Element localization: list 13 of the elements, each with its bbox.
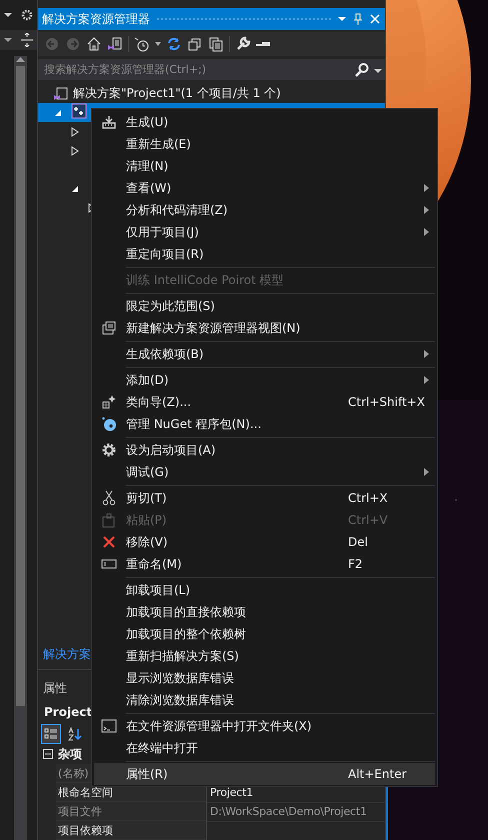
shortcut-label: Ctrl+Shift+X [348,395,424,409]
property-name: 项目依赖项 [56,821,206,840]
property-name: 项目文件 [56,802,206,821]
shortcut-label: Ctrl+V [348,513,389,527]
panel-title: 解决方案资源管理器 [42,10,150,28]
object-name: Project [44,704,92,719]
tree-item-label: 解决方案"Project1"(1 个项目/共 1 个) [73,85,281,102]
shortcut-label: Ctrl+X [348,491,389,505]
properties-title: 属性 [43,680,67,698]
shortcut-label: F2 [348,557,364,571]
shortcut-label: Del [348,535,369,549]
shortcut-label: Alt+Enter [348,767,408,781]
category-label: 杂项 [58,746,82,764]
